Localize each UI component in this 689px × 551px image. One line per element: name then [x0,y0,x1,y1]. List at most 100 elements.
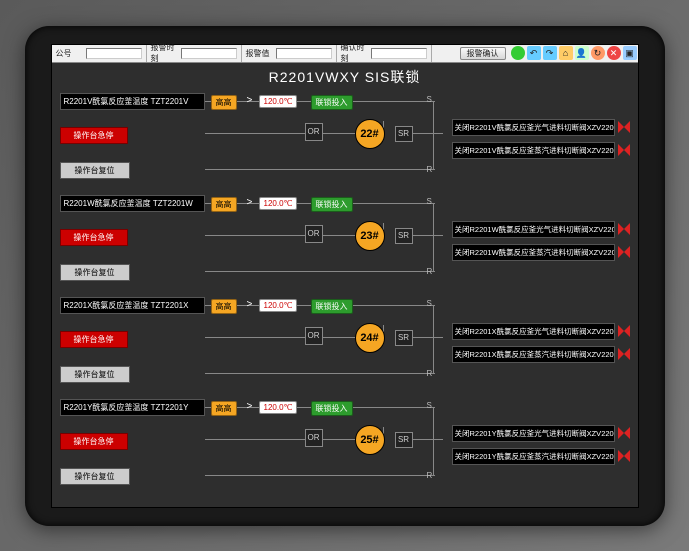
output-valve-tag: 关闭R2201V酰氯反应釜光气进料切断阀XZV2201V [452,119,615,136]
r-label: R [427,165,433,174]
menu-label: 公号 [56,48,86,59]
sensor-tag: R2201V酰氯反应釜温度 TZT2201V [60,93,205,110]
s-label: S [427,401,432,410]
menu-field[interactable] [86,48,142,59]
left-col: R2201V酰氯反应釜温度 TZT2201V 操作台急停 操作台复位 [60,93,205,185]
output-col: 关闭R2201V酰氯反应釜光气进料切断阀XZV2201V 关闭R2201V酰氯反… [448,93,630,185]
reset-button[interactable]: 操作台复位 [60,264,130,281]
interlock-on-pill[interactable]: 联锁投入 [311,95,353,110]
s-label: S [427,299,432,308]
alarm-ack-button[interactable]: 报警确认 [460,47,506,60]
menu-label: 报警值 [246,48,276,59]
menubar: 公号 报警时刻 报警值 确认时刻 报警确认 ↶ ↷ ⌂ 👤 ↻ ✕ [52,45,638,63]
interlock-number: 23# [355,221,385,251]
back-icon[interactable]: ↶ [527,46,541,60]
menu-label: 报警时刻 [151,42,181,64]
alarm-hh-pill: 高高 [211,95,237,110]
output-col: 关闭R2201Y酰氯反应釜光气进料切断阀XZV2201Y 关闭R2201Y酰氯反… [448,399,630,491]
or-gate: OR [305,429,323,447]
or-gate: OR [305,123,323,141]
menu-field[interactable] [276,48,332,59]
output-line-2: 关闭R2201X酰氯反应釜蒸汽进料切断阀XZV2202X [452,346,630,363]
interlock-row-3: R2201Y酰氯反应釜温度 TZT2201Y 操作台急停 操作台复位 高高 > … [60,399,630,491]
menu-item-3[interactable]: 确认时刻 [337,45,432,62]
valve-icon [618,121,630,133]
sr-gate: SR [395,126,413,142]
sr-gate: SR [395,330,413,346]
output-line-2: 关闭R2201W酰氯反应釜蒸汽进料切断阀XZV2202W [452,244,630,261]
output-valve-tag: 关闭R2201W酰氯反应釜光气进料切断阀XZV2201W [452,221,615,238]
reset-button[interactable]: 操作台复位 [60,162,130,179]
interlock-on-pill[interactable]: 联锁投入 [311,401,353,416]
output-line-1: 关闭R2201V酰氯反应釜光气进料切断阀XZV2201V [452,119,630,136]
output-line-2: 关闭R2201V酰氯反应釜蒸汽进料切断阀XZV2202V [452,142,630,159]
output-line-1: 关闭R2201X酰氯反应釜光气进料切断阀XZV2201X [452,323,630,340]
setpoint-value: 120.0℃ [259,299,297,312]
menu-field[interactable] [371,48,427,59]
output-col: 关闭R2201W酰氯反应釜光气进料切断阀XZV2201W 关闭R2201W酰氯反… [448,195,630,287]
output-col: 关闭R2201X酰氯反应釜光气进料切断阀XZV2201X 关闭R2201X酰氯反… [448,297,630,389]
page-title: R2201VWXY SIS联锁 [52,63,638,89]
r-label: R [427,471,433,480]
gt-symbol: > [247,197,253,208]
r-label: R [427,267,433,276]
output-valve-tag: 关闭R2201Y酰氯反应釜光气进料切断阀XZV2201Y [452,425,615,442]
interlock-on-pill[interactable]: 联锁投入 [311,299,353,314]
estop-button[interactable]: 操作台急停 [60,433,128,450]
menu-item-2[interactable]: 报警值 [242,45,337,62]
logic-col: 高高 > 120.0℃ 联锁投入 OR 22# S SR R [205,93,448,185]
output-valve-tag: 关闭R2201V酰氯反应釜蒸汽进料切断阀XZV2202V [452,142,615,159]
menu-label: 确认时刻 [341,42,371,64]
valve-icon [618,223,630,235]
logic-col: 高高 > 120.0℃ 联锁投入 OR 24# S SR R [205,297,448,389]
gt-symbol: > [247,95,253,106]
alarm-hh-pill: 高高 [211,299,237,314]
output-valve-tag: 关闭R2201X酰氯反应釜蒸汽进料切断阀XZV2202X [452,346,615,363]
left-col: R2201W酰氯反应釜温度 TZT2201W 操作台急停 操作台复位 [60,195,205,287]
s-label: S [427,197,432,206]
output-line-1: 关闭R2201W酰氯反应釜光气进料切断阀XZV2201W [452,221,630,238]
user-icon[interactable]: 👤 [575,46,589,60]
output-valve-tag: 关闭R2201X酰氯反应釜光气进料切断阀XZV2201X [452,323,615,340]
interlock-on-pill[interactable]: 联锁投入 [311,197,353,212]
valve-icon [618,144,630,156]
menu-item-1[interactable]: 报警时刻 [147,45,242,62]
output-valve-tag: 关闭R2201W酰氯反应釜蒸汽进料切断阀XZV2202W [452,244,615,261]
interlock-number: 22# [355,119,385,149]
estop-button[interactable]: 操作台急停 [60,331,128,348]
home-icon[interactable]: ⌂ [559,46,573,60]
interlock-number: 25# [355,425,385,455]
valve-icon [618,246,630,258]
output-valve-tag: 关闭R2201Y酰氯反应釜蒸汽进料切断阀XZV2202Y [452,448,615,465]
status-green-icon [511,46,525,60]
close-icon[interactable]: ✕ [607,46,621,60]
gt-symbol: > [247,299,253,310]
logic-col: 高高 > 120.0℃ 联锁投入 OR 23# S SR R [205,195,448,287]
estop-button[interactable]: 操作台急停 [60,229,128,246]
output-line-2: 关闭R2201Y酰氯反应釜蒸汽进料切断阀XZV2202Y [452,448,630,465]
menu-item-0[interactable]: 公号 [52,45,147,62]
content: R2201V酰氯反应釜温度 TZT2201V 操作台急停 操作台复位 高高 > … [52,89,638,507]
screen: 公号 报警时刻 报警值 确认时刻 报警确认 ↶ ↷ ⌂ 👤 ↻ ✕ [51,44,639,508]
refresh-icon[interactable]: ↻ [591,46,605,60]
valve-icon [618,348,630,360]
interlock-number: 24# [355,323,385,353]
gt-symbol: > [247,401,253,412]
s-label: S [427,95,432,104]
valve-icon [618,450,630,462]
left-col: R2201Y酰氯反应釜温度 TZT2201Y 操作台急停 操作台复位 [60,399,205,491]
estop-button[interactable]: 操作台急停 [60,127,128,144]
or-gate: OR [305,327,323,345]
setpoint-value: 120.0℃ [259,197,297,210]
reset-button[interactable]: 操作台复位 [60,468,130,485]
forward-icon[interactable]: ↷ [543,46,557,60]
alarm-hh-pill: 高高 [211,197,237,212]
expand-icon[interactable]: ▣ [623,46,637,60]
menu-field[interactable] [181,48,237,59]
r-label: R [427,369,433,378]
setpoint-value: 120.0℃ [259,95,297,108]
sensor-tag: R2201X酰氯反应釜温度 TZT2201X [60,297,205,314]
output-line-1: 关闭R2201Y酰氯反应釜光气进料切断阀XZV2201Y [452,425,630,442]
interlock-row-2: R2201X酰氯反应釜温度 TZT2201X 操作台急停 操作台复位 高高 > … [60,297,630,389]
reset-button[interactable]: 操作台复位 [60,366,130,383]
